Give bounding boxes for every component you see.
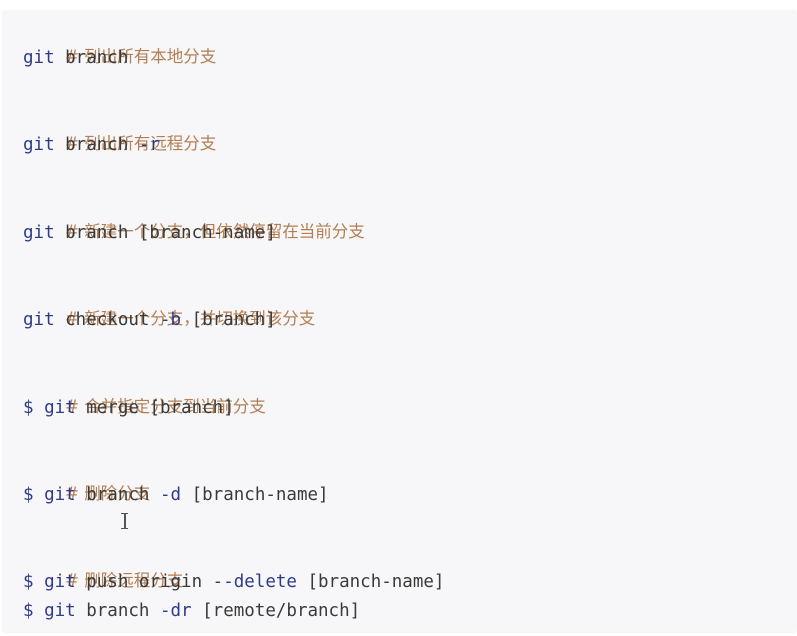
comment-line: # 删除远程分支 [23,539,183,590]
command-text: branch [54,135,139,155]
comment-line: # 新建一个分支，但依然停留在当前分支 [23,190,365,241]
command-text: branch [branch-name] [54,223,276,243]
command-text: push origin [75,572,213,592]
prompt-symbol: $ [23,572,45,592]
prompt-symbol: $ [23,601,45,621]
comment-line: # 列出所有远程分支 [23,102,216,153]
code-line: $ git branch -dr [remote/branch] [23,597,360,625]
git-keyword: git [23,48,55,68]
command-text: branch [75,601,160,621]
code-line: git branch [branch-name] [23,219,276,247]
command-flag: -dr [159,601,192,621]
code-line: $ git push origin --delete [branch-name] [23,568,444,596]
code-block: # 列出所有本地分支 git branch # 列出所有远程分支 git bra… [2,10,797,633]
command-text: branch [75,485,160,505]
git-keyword: git [44,601,76,621]
code-line: git branch -r [23,131,160,159]
git-keyword: git [44,572,76,592]
command-flag: -b [159,310,182,330]
text-cursor-icon [120,512,130,532]
command-text: branch [54,48,129,68]
code-line: git branch [23,44,128,72]
code-line: git checkout -b [branch] [23,306,276,334]
code-line: $ git merge [branch] [23,394,234,422]
git-keyword: git [23,135,55,155]
command-flag: -d [159,485,182,505]
command-argument: [branch-name] [181,485,329,505]
git-keyword: git [44,398,76,418]
command-argument: [remote/branch] [191,601,361,621]
command-argument: [branch] [181,310,276,330]
prompt-symbol: $ [23,398,45,418]
command-text: checkout [54,310,160,330]
prompt-symbol: $ [23,485,45,505]
git-keyword: git [23,223,55,243]
git-keyword: git [44,485,76,505]
command-flag: -r [138,135,160,155]
command-text: merge [branch] [75,398,234,418]
comment-line: # 新建一个分支，并切换到该分支 [23,277,315,328]
command-argument: [branch-name] [296,572,445,592]
command-flag: --delete [212,572,297,592]
comment-line: # 列出所有本地分支 [23,15,216,66]
code-line: $ git branch -d [branch-name] [23,481,329,509]
comment-line: # 删除分支 [23,452,150,503]
git-keyword: git [23,310,55,330]
comment-line: # 合并指定分支到当前分支 [23,365,266,416]
